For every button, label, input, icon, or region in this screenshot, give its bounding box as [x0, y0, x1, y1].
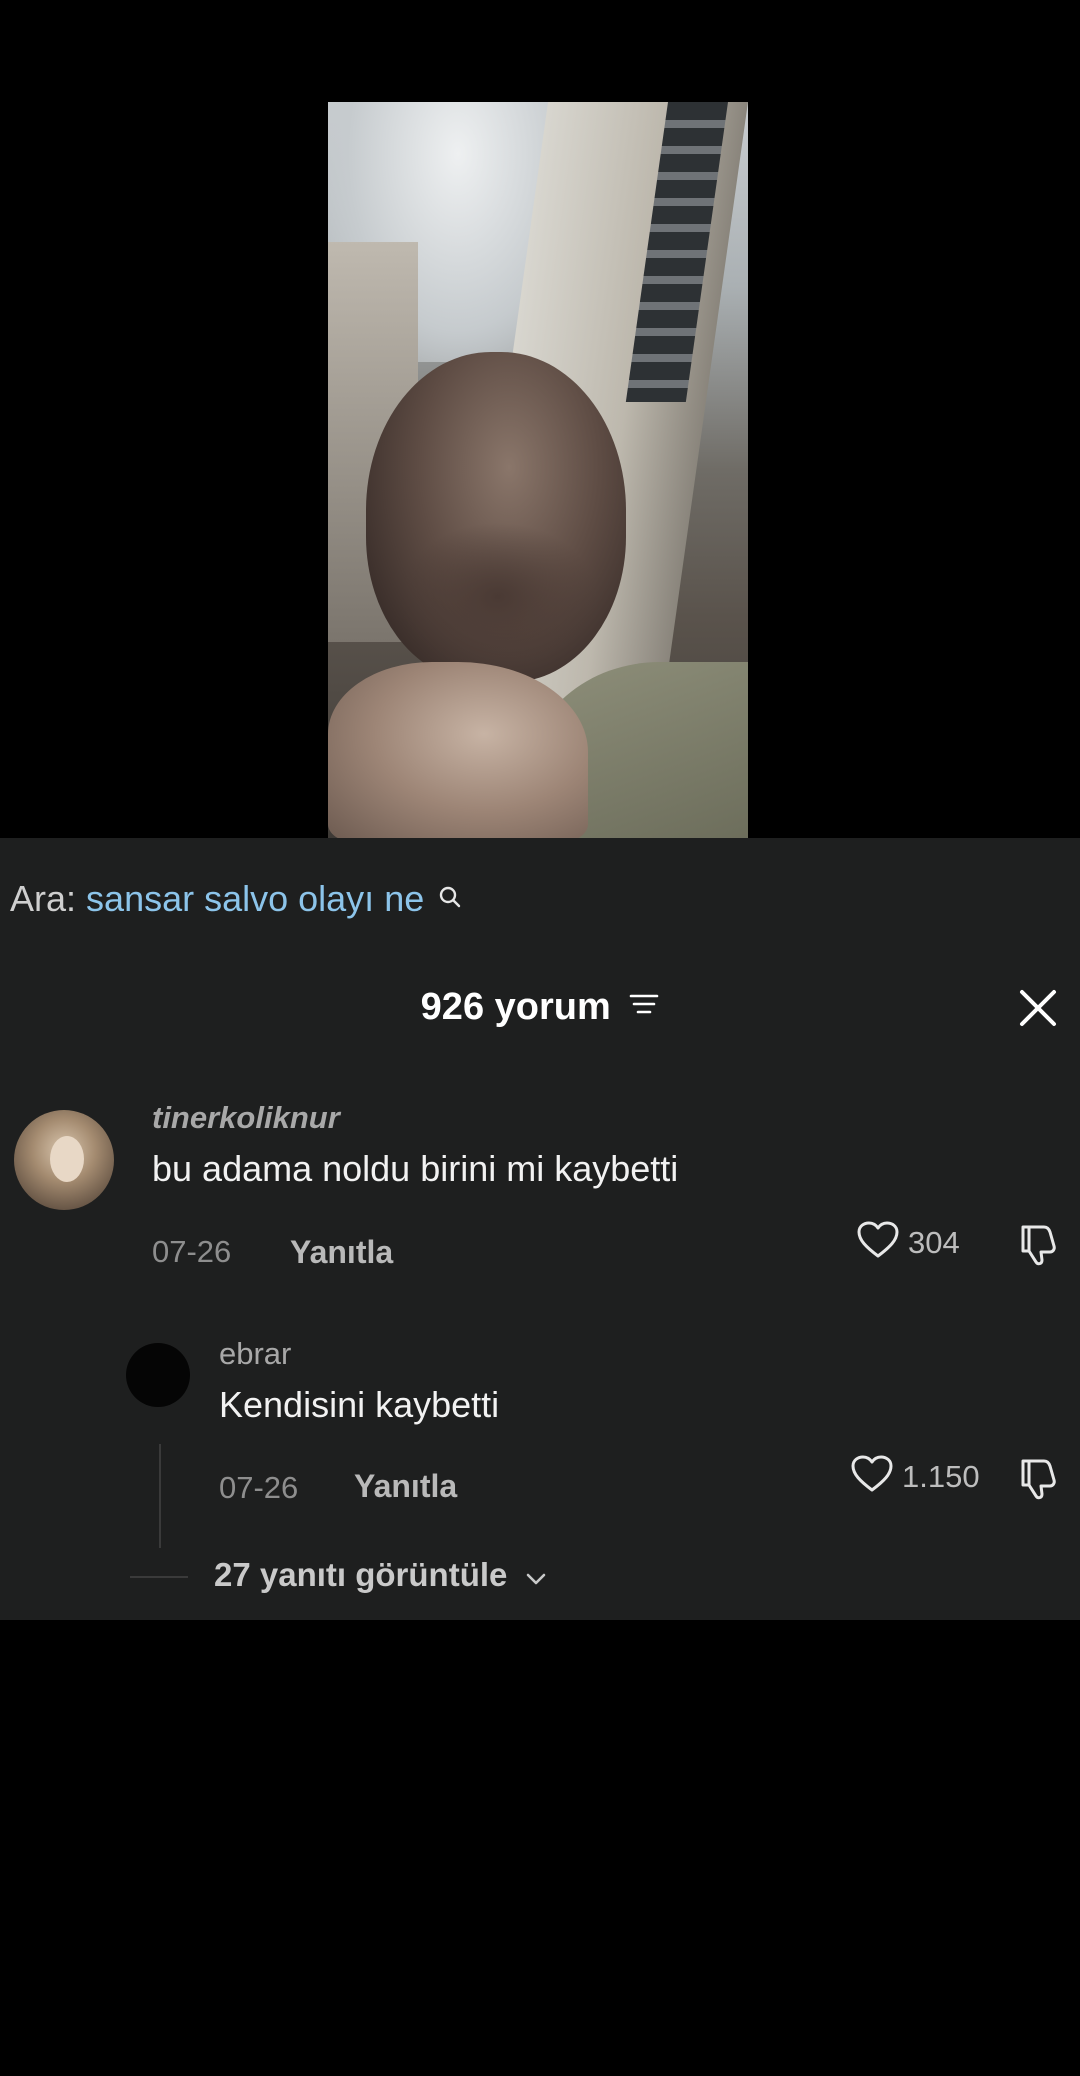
view-replies-label: 27 yanıtı görüntüle	[214, 1556, 508, 1593]
reply-date: 07-26	[219, 1470, 299, 1505]
reply-button[interactable]: Yanıtla	[354, 1468, 457, 1505]
video-hand	[328, 662, 588, 838]
filter-icon[interactable]	[629, 984, 659, 1027]
like-count: 304	[908, 1224, 960, 1260]
search-icon[interactable]	[438, 876, 462, 918]
heart-icon[interactable]	[850, 1454, 894, 1499]
search-prefix: Ara:	[10, 878, 77, 919]
heart-icon[interactable]	[856, 1220, 900, 1265]
view-replies-line	[130, 1576, 188, 1578]
like-button[interactable]: 304	[856, 1220, 960, 1265]
reply-text: Kendisini kaybetti	[219, 1384, 500, 1425]
video-frame[interactable]	[328, 102, 748, 838]
close-icon[interactable]	[1018, 988, 1058, 1033]
comment-username[interactable]: tinerkoliknur	[152, 1100, 340, 1136]
reply-username[interactable]: ebrar	[219, 1336, 291, 1372]
dislike-icon[interactable]	[1014, 1222, 1060, 1273]
avatar[interactable]	[14, 1110, 114, 1210]
reply-button[interactable]: Yanıtla	[290, 1234, 393, 1271]
comment-date: 07-26	[152, 1234, 232, 1269]
dislike-icon[interactable]	[1014, 1456, 1060, 1507]
video-face-shade	[398, 522, 598, 672]
comments-header: 926 yorum	[0, 986, 1080, 1029]
reply-avatar[interactable]	[126, 1343, 190, 1407]
reply-like-button[interactable]: 1.150	[850, 1454, 980, 1499]
reply-like-count: 1.150	[902, 1458, 980, 1494]
search-suggestion[interactable]: Ara: sansar salvo olayı ne	[10, 878, 462, 920]
comment-text: bu adama noldu birini mi kaybetti	[152, 1148, 679, 1189]
comments-count-title: 926 yorum	[420, 986, 611, 1028]
thread-line	[159, 1444, 161, 1548]
search-query[interactable]: sansar salvo olayı ne	[86, 878, 424, 919]
view-replies-button[interactable]: 27 yanıtı görüntüle	[214, 1556, 547, 1594]
chevron-down-icon	[525, 1556, 547, 1594]
comments-panel: Ara: sansar salvo olayı ne 926 yorum tin…	[0, 838, 1080, 1620]
